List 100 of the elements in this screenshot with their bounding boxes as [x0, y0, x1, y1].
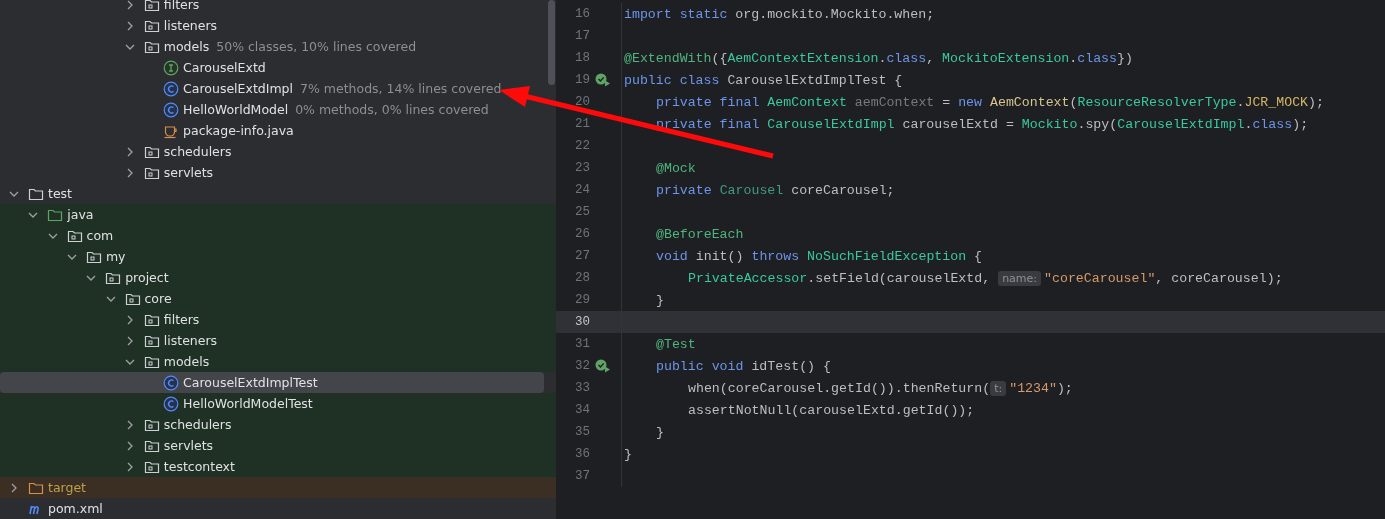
chevron-right-icon[interactable] — [126, 461, 133, 472]
chevron-down-icon[interactable] — [9, 190, 19, 197]
code-text: void init() throws NoSuchFieldException { — [656, 248, 983, 264]
tree-item[interactable]: testcontext — [0, 456, 556, 477]
chevron-right-icon[interactable] — [126, 440, 133, 451]
chevron-down-icon[interactable] — [28, 211, 39, 218]
item-name: project — [125, 270, 169, 285]
chevron-down-icon[interactable] — [47, 232, 58, 239]
chevron-down-icon[interactable] — [124, 43, 135, 50]
item-name: CarouselExtdImpl — [183, 81, 293, 96]
tree-item[interactable]: HelloWorldModel 0% methods, 0% lines covered — [0, 99, 556, 120]
tree-item[interactable]: CarouselExtd — [0, 57, 556, 78]
chevron-right-icon[interactable] — [126, 146, 133, 157]
tree-item[interactable]: listeners — [0, 15, 556, 36]
item-name: package-info.java — [183, 123, 294, 138]
line-number: 30 — [574, 315, 590, 329]
line-number: 29 — [574, 293, 590, 307]
scrollbar-thumb[interactable] — [548, 0, 555, 85]
item-name: HelloWorldModelTest — [183, 396, 313, 411]
item-name: HelloWorldModel — [183, 102, 289, 117]
chevron-right-icon[interactable] — [126, 314, 133, 325]
code-text: when(coreCarousel.getId()).thenReturn( — [688, 380, 991, 396]
coverage-text: 50% classes, 10% lines covered — [216, 39, 417, 54]
line-number: 28 — [574, 271, 590, 285]
line-number: 36 — [574, 447, 590, 461]
chevron-down-icon[interactable] — [66, 253, 77, 260]
chevron-right-icon[interactable] — [11, 482, 17, 493]
chevron-down-icon[interactable] — [124, 358, 135, 365]
tree-item[interactable]: servlets — [0, 435, 556, 456]
item-name: pom.xml — [48, 501, 103, 516]
line-number: 32 — [574, 359, 590, 373]
tree-item[interactable]: schedulers — [0, 141, 556, 162]
interface-icon — [163, 59, 180, 76]
tree-item[interactable]: target — [0, 477, 556, 498]
code-text: @Mock — [656, 160, 696, 176]
line-number: 19 — [574, 73, 590, 87]
code-text: public class CarouselExtdImplTest { — [624, 72, 903, 88]
item-name: listeners — [163, 333, 218, 348]
tree-item[interactable]: java — [0, 204, 556, 225]
item-name: testcontext — [163, 459, 235, 474]
code-text: private final AemContext aemContext = new AemContext(ResourceResolverType.JCR_MOCK); — [656, 94, 1324, 110]
run-test-icon[interactable] — [595, 359, 611, 373]
item-name: filters — [163, 0, 200, 12]
tree-item[interactable]: core — [0, 288, 556, 309]
line-number: 16 — [574, 7, 590, 21]
class-icon — [163, 101, 180, 118]
item-name: listeners — [163, 18, 218, 33]
package-folder-icon — [143, 0, 160, 13]
line-number: 21 — [574, 117, 590, 131]
tree-item[interactable]: filters — [0, 309, 556, 330]
item-name: models — [163, 354, 210, 369]
class-icon — [163, 374, 180, 391]
item-name: core — [144, 291, 172, 306]
line-number: 35 — [574, 425, 590, 439]
line-number: 23 — [574, 161, 590, 175]
tree-item[interactable]: my — [0, 246, 556, 267]
run-test-icon[interactable] — [595, 73, 611, 87]
tree-item[interactable]: CarouselExtdImpl 7% methods, 14% lines covered — [0, 78, 556, 99]
tree-item[interactable]: models — [0, 351, 556, 372]
tree-item[interactable]: project — [0, 267, 556, 288]
tree-item[interactable]: filters — [0, 0, 556, 15]
code-text: public void idTest() { — [656, 358, 831, 374]
item-name: filters — [163, 312, 200, 327]
tree-item[interactable]: pom.xml — [0, 498, 556, 519]
item-name: java — [67, 207, 94, 222]
line-number: 31 — [574, 337, 590, 351]
tree-item[interactable]: listeners — [0, 330, 556, 351]
chevron-right-icon[interactable] — [126, 335, 133, 346]
line-number: 25 — [574, 205, 590, 219]
chevron-right-icon[interactable] — [126, 419, 133, 430]
chevron-right-icon[interactable] — [126, 0, 133, 10]
code-text: import static org.mockito.Mockito.when; — [624, 6, 935, 22]
tree-item[interactable]: package-info.java — [0, 120, 556, 141]
line-number: 18 — [574, 51, 590, 65]
code-text: assertNotNull(carouselExtd.getId()); — [688, 402, 975, 418]
code-text: } — [656, 424, 664, 440]
code-text: } — [656, 292, 664, 308]
tree-item[interactable]: servlets — [0, 162, 556, 183]
item-name: models — [163, 39, 210, 54]
code-text: @BeforeEach — [656, 226, 744, 242]
tree-item[interactable]: schedulers — [0, 414, 556, 435]
chevron-right-icon[interactable] — [126, 20, 133, 31]
code-text: private Carousel coreCarousel; — [656, 182, 895, 198]
chevron-down-icon[interactable] — [105, 295, 116, 302]
code-text: PrivateAccessor.setField(carouselExtd, — [688, 270, 992, 286]
item-name: servlets — [163, 438, 214, 453]
tree-item[interactable]: test — [0, 183, 556, 204]
item-name: schedulers — [163, 417, 232, 432]
chevron-right-icon[interactable] — [126, 167, 133, 178]
tree-item[interactable]: HelloWorldModelTest — [0, 393, 556, 414]
tree-item[interactable]: CarouselExtdImplTest — [0, 372, 544, 393]
parameter-hint: t: — [990, 380, 1007, 396]
line-number: 27 — [574, 249, 590, 263]
class-icon — [163, 80, 180, 97]
code-text: } — [624, 446, 632, 462]
item-name: target — [48, 480, 86, 495]
tree-item[interactable]: models 50% classes, 10% lines covered — [0, 36, 556, 57]
chevron-down-icon[interactable] — [86, 274, 97, 281]
tree-item[interactable]: com — [0, 225, 556, 246]
item-name: test — [48, 186, 72, 201]
